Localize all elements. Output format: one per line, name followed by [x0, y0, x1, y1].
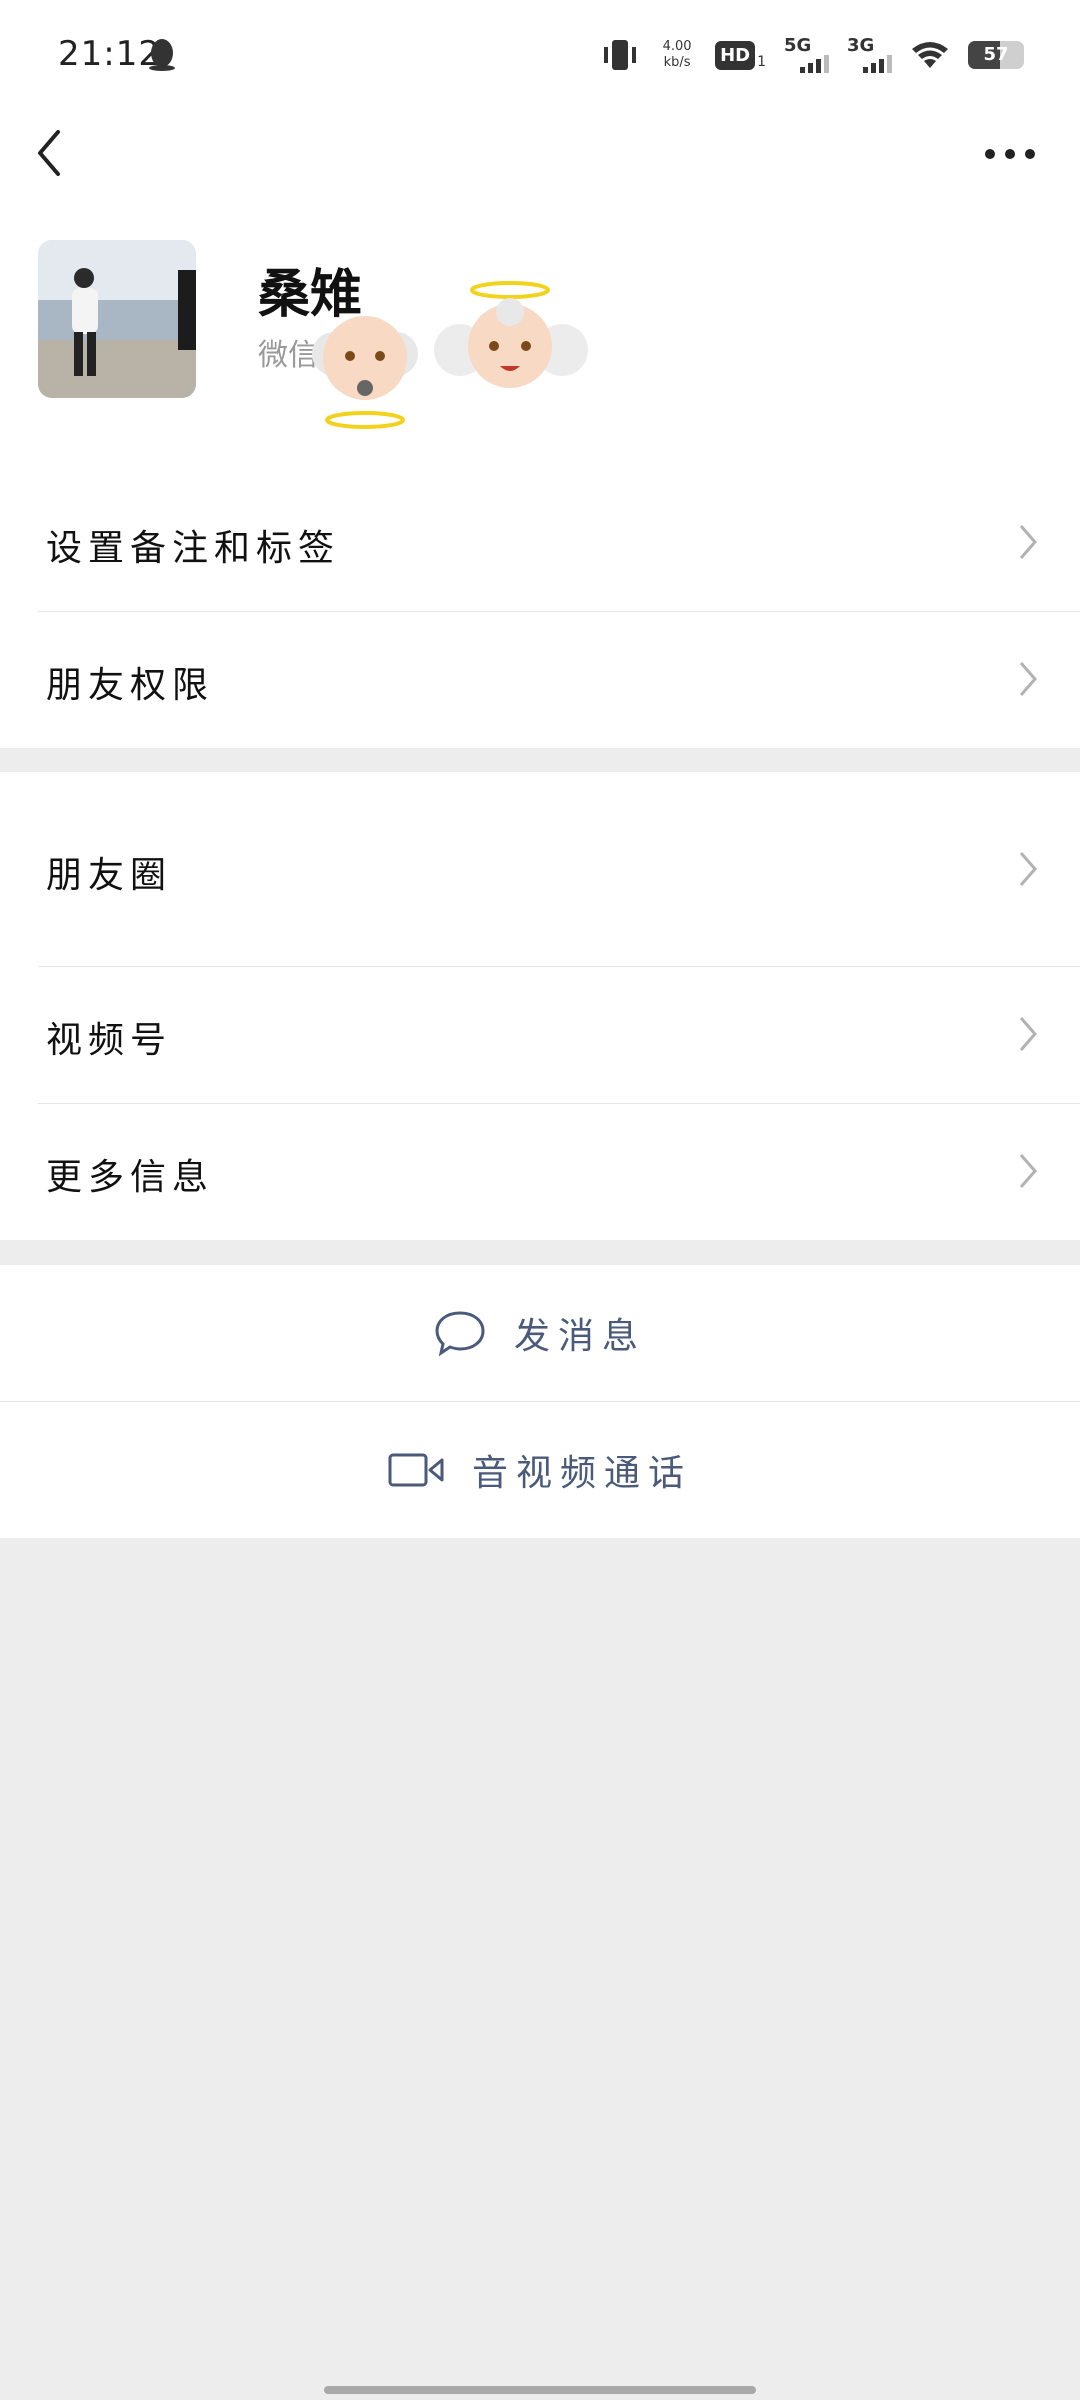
chevron-right-icon — [1019, 852, 1037, 886]
status-bar: 21:12 4.00 kb/s HD 1 5G 3G 57 — [0, 0, 1080, 110]
chevron-right-icon — [1019, 525, 1037, 559]
qq-penguin-icon — [149, 39, 175, 71]
moments-label: 朋友圈 — [46, 855, 173, 896]
more-info-label: 更多信息 — [46, 1157, 215, 1198]
channels-item[interactable]: 视频号 — [38, 967, 1080, 1104]
set-remark-and-tags-item[interactable]: 设置备注和标签 — [38, 475, 1080, 612]
wifi-icon — [912, 42, 948, 68]
signal-bars-icon — [800, 55, 829, 73]
vibrate-icon — [604, 40, 637, 70]
channels-label: 视频号 — [46, 1020, 173, 1061]
more-info-item[interactable]: 更多信息 — [38, 1104, 1080, 1240]
angel-baby-sticker-icon — [434, 281, 588, 388]
moments-item[interactable]: 朋友圈 — [38, 772, 1080, 967]
video-call-label: 音视频通话 — [471, 1453, 692, 1494]
home-indicator[interactable] — [324, 2386, 756, 2394]
chat-bubble-icon — [435, 1311, 485, 1357]
nav-bar — [0, 110, 1080, 210]
network-speed: 4.00 kb/s — [657, 39, 697, 71]
friend-permissions-item[interactable]: 朋友权限 — [38, 612, 1080, 748]
settings-section: 设置备注和标签 朋友权限 — [0, 475, 1080, 748]
video-call-button[interactable]: 音视频通话 — [0, 1402, 1080, 1538]
signal-3g: 3G — [847, 37, 892, 73]
angel-baby-sticker-icon — [312, 316, 418, 429]
signal-3g-label: 3G — [847, 35, 875, 56]
back-chevron-icon[interactable] — [30, 118, 70, 188]
chevron-right-icon — [1019, 1154, 1037, 1188]
chevron-right-icon — [1019, 1017, 1037, 1051]
signal-5g: 5G — [784, 37, 829, 73]
hd-sub: 1 — [757, 53, 766, 70]
hd-label: HD — [715, 40, 756, 70]
hd-badge: HD 1 — [715, 40, 766, 70]
set-remark-and-tags-label: 设置备注和标签 — [46, 528, 341, 569]
network-speed-unit: kb/s — [663, 55, 691, 70]
profile-header: 桑雉 微信 -1 — [0, 210, 1080, 475]
signal-5g-label: 5G — [784, 35, 812, 56]
send-message-label: 发消息 — [513, 1316, 646, 1357]
signal-bars-icon — [863, 55, 892, 73]
more-dots-icon[interactable] — [980, 134, 1040, 174]
send-message-button[interactable]: 发消息 — [0, 1265, 1080, 1402]
info-section: 朋友圈 视频号 更多信息 — [0, 772, 1080, 1240]
battery-icon: 57 — [968, 41, 1024, 69]
avatar-photo — [38, 240, 196, 398]
friend-permissions-label: 朋友权限 — [46, 665, 215, 706]
chevron-right-icon — [1019, 662, 1037, 696]
video-camera-icon — [388, 1453, 444, 1487]
battery-percent: 57 — [983, 44, 1009, 65]
network-speed-value: 4.00 — [662, 39, 692, 54]
avatar[interactable] — [38, 240, 196, 398]
